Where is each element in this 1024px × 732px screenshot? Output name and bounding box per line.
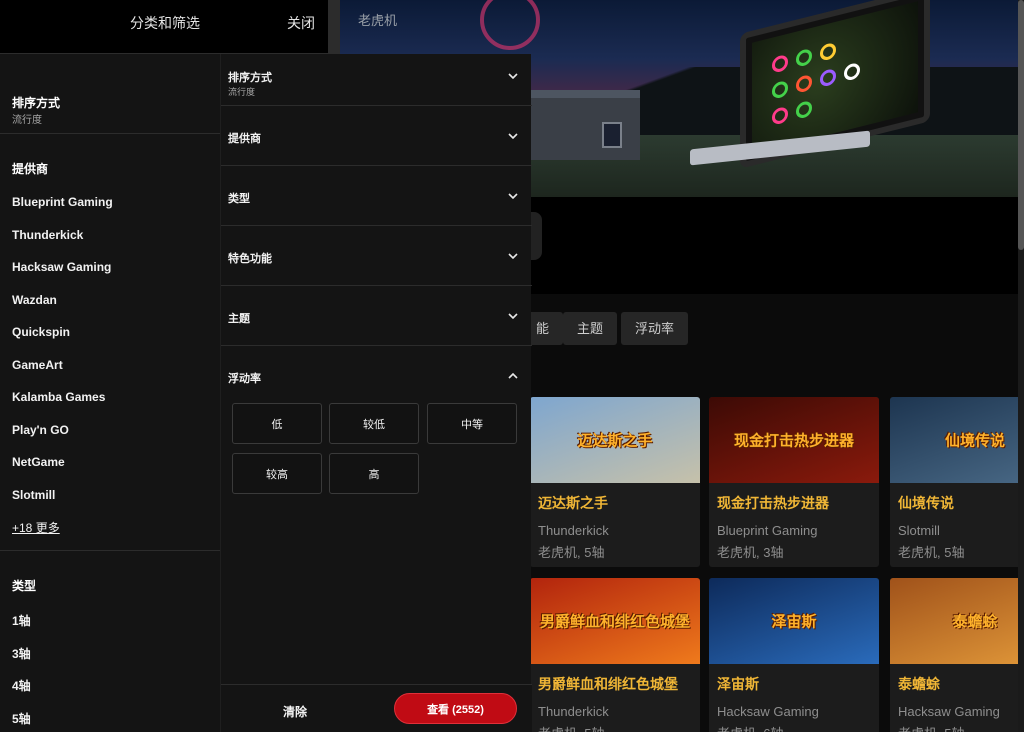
- game-name[interactable]: 迈达斯之手: [538, 493, 608, 513]
- accordion-sort-label: 排序方式: [228, 72, 272, 84]
- sort-selector[interactable]: 排序方式 流行度: [0, 84, 220, 134]
- game-provider: Hacksaw Gaming: [898, 704, 1000, 719]
- chevron-down-icon: [508, 253, 518, 260]
- hero-tag: 老虎机: [358, 13, 398, 28]
- game-provider: Thunderkick: [538, 523, 609, 538]
- reel-type-item[interactable]: 3轴: [12, 645, 31, 662]
- accordion-features[interactable]: 特色功能: [221, 226, 532, 286]
- provider-item[interactable]: GameArt: [12, 358, 63, 372]
- provider-item[interactable]: Thunderkick: [12, 228, 83, 242]
- game-name[interactable]: 泰蟾蜍: [898, 674, 940, 694]
- chevron-down-icon: [508, 73, 518, 80]
- accordion-type[interactable]: 类型: [221, 166, 532, 226]
- type-title: 类型: [12, 579, 37, 593]
- provider-item[interactable]: NetGame: [12, 455, 65, 469]
- neon-decoration: [480, 0, 540, 50]
- divider: [0, 550, 220, 551]
- sort-value: 流行度: [12, 115, 42, 126]
- accordion-sort-value: 流行度: [228, 87, 256, 97]
- game-meta: 老虎机, 3轴: [717, 545, 784, 560]
- game-thumbnail-title: 迈达斯之手: [577, 432, 653, 450]
- game-card[interactable]: 泰蟾蜍泰蟾蜍Hacksaw Gaming老虎机, 5轴: [890, 578, 1024, 732]
- accordion-theme[interactable]: 主题: [221, 286, 532, 346]
- accordion-sort[interactable]: 排序方式 流行度: [221, 54, 532, 106]
- game-provider: Slotmill: [898, 523, 940, 538]
- game-thumbnail-title: 现金打击热步进器: [733, 432, 855, 450]
- provider-item[interactable]: Blueprint Gaming: [12, 195, 113, 209]
- game-thumbnail[interactable]: 男爵鲜血和绯红色城堡: [530, 578, 700, 664]
- hero-house: [530, 90, 640, 160]
- volatility-option-lower[interactable]: 较低: [329, 403, 419, 444]
- chevron-down-icon: [508, 193, 518, 200]
- game-card[interactable]: 迈达斯之手 迈达斯之手 Thunderkick 老虎机, 5轴: [530, 397, 700, 567]
- filter-pill-volatility[interactable]: 浮动率: [621, 312, 689, 345]
- game-card[interactable]: 泽宙斯泽宙斯Hacksaw Gaming老虎机, 6轴: [709, 578, 879, 732]
- game-thumbnail[interactable]: 泰蟾蜍: [890, 578, 1024, 664]
- accordion-provider-label: 提供商: [228, 133, 261, 145]
- game-meta: 老虎机, 5轴: [538, 723, 604, 732]
- game-thumbnail-title: 男爵鲜血和绯红色城堡: [539, 613, 691, 631]
- game-thumbnail[interactable]: 现金打击热步进器: [709, 397, 879, 483]
- volatility-option-medium[interactable]: 中等: [427, 403, 517, 444]
- game-card[interactable]: 男爵鲜血和绯红色城堡男爵鲜血和绯红色城堡 Thunderkick 老虎机, 5轴: [530, 578, 700, 732]
- reel-type-item[interactable]: 4轴: [12, 677, 31, 694]
- accordion-footer: 清除 查看 (2552): [221, 684, 532, 732]
- game-card[interactable]: 现金打击热步进器 现金打击热步进器 Blueprint Gaming 老虎机, 3轴: [709, 397, 879, 567]
- game-meta: 老虎机, 5轴: [898, 723, 964, 732]
- game-thumbnail-title: 仙境传说: [944, 432, 1006, 450]
- game-card[interactable]: 仙境传说 仙境传说 Slotmill 老虎机, 5轴: [890, 397, 1024, 567]
- close-button[interactable]: 关闭: [287, 13, 315, 33]
- filter-panel-header: 分类和筛选 关闭: [0, 0, 340, 54]
- game-thumbnail-title: 泰蟾蜍: [952, 613, 998, 631]
- accordion-features-label: 特色功能: [228, 253, 272, 265]
- sort-label: 排序方式: [12, 96, 61, 110]
- chevron-down-icon: [508, 133, 518, 140]
- game-provider: Hacksaw Gaming: [717, 704, 819, 719]
- reel-type-item[interactable]: 1轴: [12, 612, 31, 629]
- provider-item[interactable]: Quickspin: [12, 325, 70, 339]
- game-name[interactable]: 泽宙斯: [717, 674, 759, 694]
- volatility-option-high[interactable]: 高: [329, 453, 419, 494]
- scrollbar-thumb[interactable]: [1018, 0, 1024, 250]
- game-name[interactable]: 男爵鲜血和绯红色城堡: [538, 674, 678, 694]
- reel-type-item[interactable]: 5轴: [12, 710, 31, 727]
- game-provider: Blueprint Gaming: [717, 523, 818, 538]
- chevron-down-icon: [508, 313, 518, 320]
- game-thumbnail[interactable]: 泽宙斯: [709, 578, 879, 664]
- game-thumbnail[interactable]: 仙境传说: [890, 397, 1024, 483]
- accordion-volatility: 浮动率 低 较低 中等 较高 高: [221, 346, 532, 684]
- hero-lower-area: [530, 197, 1018, 294]
- providers-title: 提供商: [12, 162, 49, 176]
- provider-item[interactable]: Play'n GO: [12, 423, 69, 437]
- game-meta: 老虎机, 5轴: [898, 545, 965, 560]
- filter-pill-theme[interactable]: 主题: [563, 312, 618, 345]
- accordion-theme-label: 主题: [228, 313, 250, 325]
- provider-item[interactable]: Wazdan: [12, 293, 57, 307]
- filter-accordion: 排序方式 流行度 提供商类型特色功能主题 浮动率 低 较低 中等 较高 高 清除…: [220, 54, 532, 732]
- volatility-option-low[interactable]: 低: [232, 403, 322, 444]
- filter-panel: 分类和筛选 关闭 排序方式 流行度 提供商 Blueprint Gaming Th…: [0, 0, 340, 732]
- accordion-type-label: 类型: [228, 193, 250, 205]
- clear-button[interactable]: 清除: [283, 703, 307, 720]
- accordion-provider[interactable]: 提供商: [221, 106, 532, 166]
- volatility-label[interactable]: 浮动率: [228, 370, 261, 386]
- volatility-option-higher[interactable]: 较高: [232, 453, 322, 494]
- provider-item[interactable]: Hacksaw Gaming: [12, 260, 111, 274]
- game-meta: 老虎机, 5轴: [538, 545, 605, 560]
- provider-item[interactable]: Slotmill: [12, 488, 55, 502]
- game-name[interactable]: 仙境传说: [898, 493, 954, 513]
- game-provider: Thunderkick: [538, 704, 609, 719]
- more-providers-link[interactable]: +18 更多: [12, 519, 60, 536]
- game-meta: 老虎机, 6轴: [717, 723, 783, 732]
- filter-panel-title: 分类和筛选: [130, 15, 200, 31]
- view-results-button[interactable]: 查看 (2552): [394, 693, 517, 724]
- page-scrollbar[interactable]: [1018, 0, 1024, 732]
- game-thumbnail[interactable]: 迈达斯之手: [530, 397, 700, 483]
- game-name[interactable]: 现金打击热步进器: [717, 493, 829, 513]
- provider-item[interactable]: Kalamba Games: [12, 390, 105, 404]
- game-thumbnail-title: 泽宙斯: [771, 613, 817, 631]
- chevron-up-icon[interactable]: [506, 369, 520, 383]
- header-divider: [328, 0, 340, 54]
